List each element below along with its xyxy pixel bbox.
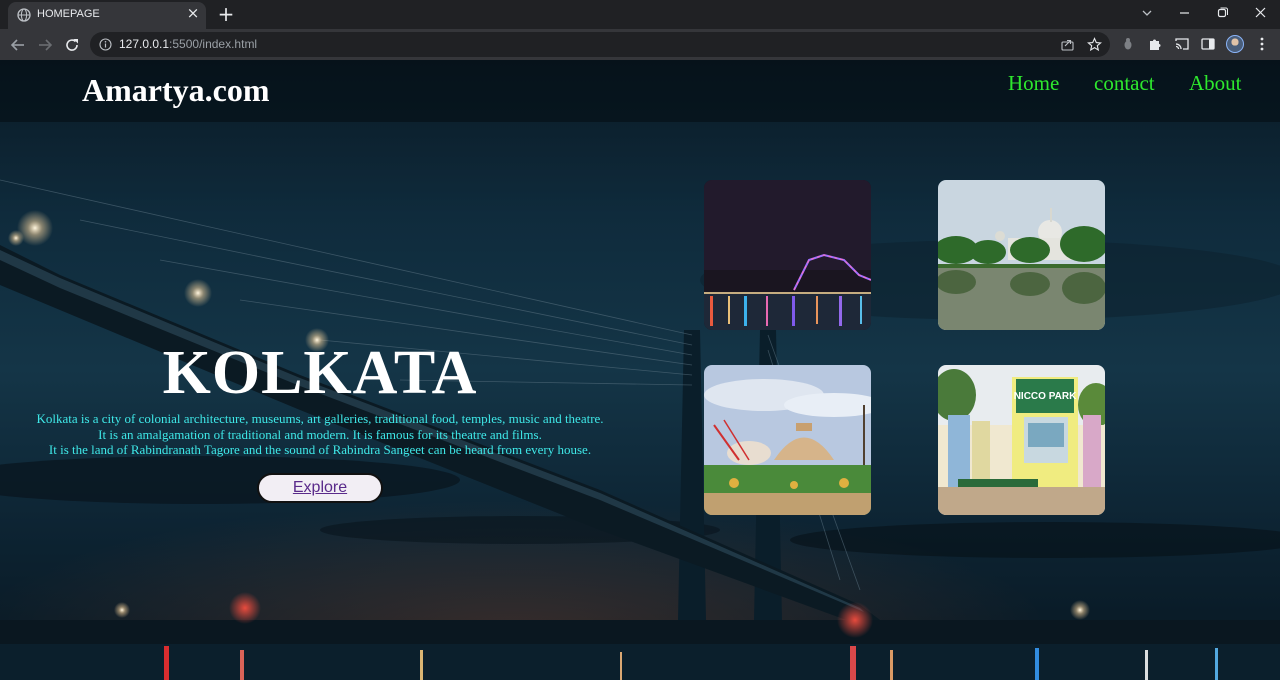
puzzle-extensions-icon[interactable] bbox=[1147, 36, 1163, 52]
close-window-icon[interactable] bbox=[1250, 4, 1270, 22]
site-logo[interactable]: Amartya.com bbox=[82, 72, 269, 109]
back-arrow-icon[interactable] bbox=[8, 35, 28, 55]
hero-description-line: Kolkata is a city of colonial architectu… bbox=[36, 411, 604, 426]
hero-description-line: It is an amalgamation of traditional and… bbox=[98, 426, 542, 442]
hero-title: KOLKATA bbox=[162, 339, 478, 407]
info-icon[interactable] bbox=[99, 38, 112, 51]
howrah-bridge-photo[interactable] bbox=[704, 180, 871, 330]
browser-tab[interactable]: HOMEPAGE × bbox=[8, 2, 206, 29]
url-path: :5500/index.html bbox=[169, 37, 258, 51]
url-text: 127.0.0.1:5500/index.html bbox=[119, 37, 257, 51]
browser-tab-strip: HOMEPAGE × + bbox=[0, 0, 1280, 29]
star-icon[interactable] bbox=[1087, 37, 1102, 52]
victoria-memorial-photo[interactable] bbox=[938, 180, 1105, 330]
address-bar[interactable]: 127.0.0.1:5500/index.html bbox=[90, 32, 1110, 57]
share-icon[interactable] bbox=[1060, 37, 1075, 52]
hero-description: Kolkata is a city of colonial architectu… bbox=[0, 411, 640, 458]
nicco-park-sign: NICCO PARK bbox=[1014, 391, 1077, 402]
globe-icon bbox=[17, 8, 31, 22]
nicco-park-photo[interactable]: NICCO PARK bbox=[938, 365, 1105, 515]
profile-avatar[interactable] bbox=[1226, 35, 1244, 53]
hero-description-line: It is the land of Rabindranath Tagore an… bbox=[48, 442, 592, 457]
science-city-photo[interactable] bbox=[704, 365, 871, 515]
close-tab-icon[interactable]: × bbox=[185, 5, 201, 21]
url-host: 127.0.0.1 bbox=[119, 37, 170, 51]
explore-button[interactable]: Explore bbox=[257, 473, 383, 503]
page-viewport: Amartya.com Home contact About KOLKATA K… bbox=[0, 60, 1280, 680]
nav-about-link[interactable]: About bbox=[1189, 71, 1242, 96]
forward-arrow-icon[interactable] bbox=[35, 35, 55, 55]
tab-search-icon[interactable] bbox=[1137, 4, 1157, 22]
new-tab-icon[interactable]: + bbox=[216, 4, 236, 24]
restore-icon[interactable] bbox=[1212, 4, 1232, 22]
extension-bug-icon[interactable] bbox=[1120, 36, 1136, 52]
nav-contact-link[interactable]: contact bbox=[1094, 71, 1155, 96]
nav-home-link[interactable]: Home bbox=[1008, 71, 1059, 96]
reload-icon[interactable] bbox=[62, 35, 82, 55]
minimize-icon[interactable] bbox=[1174, 4, 1194, 22]
tab-title: HOMEPAGE bbox=[37, 8, 100, 20]
cast-icon[interactable] bbox=[1174, 36, 1190, 52]
browser-toolbar: 127.0.0.1:5500/index.html bbox=[0, 29, 1280, 60]
more-menu-icon[interactable] bbox=[1254, 36, 1270, 52]
side-panel-icon[interactable] bbox=[1200, 36, 1216, 52]
